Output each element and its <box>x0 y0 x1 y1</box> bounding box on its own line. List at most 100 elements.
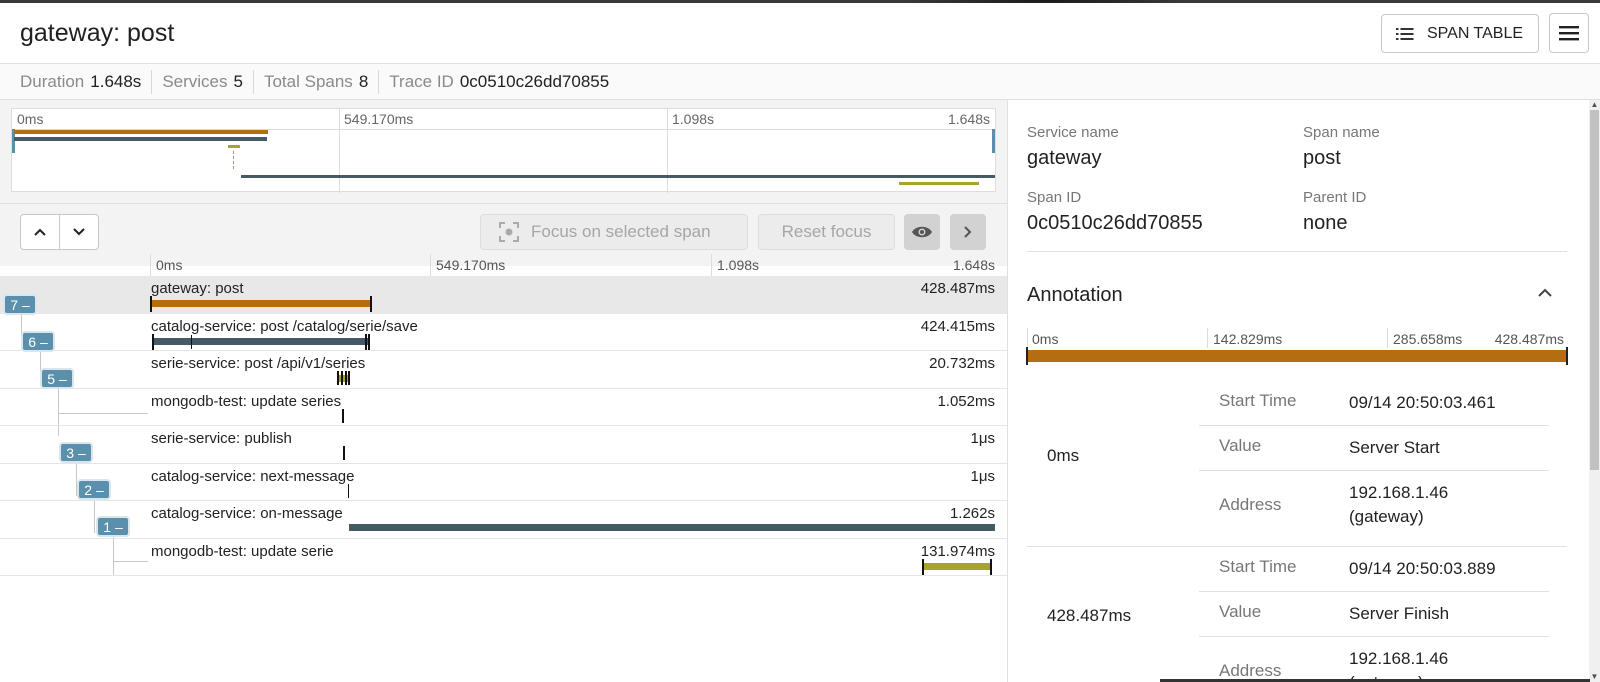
detail-scrollbar[interactable]: ▲ ▼ <box>1589 100 1600 682</box>
hamburger-icon <box>1559 26 1579 41</box>
field-label: Span ID <box>1027 189 1082 206</box>
axis-tick: 285.658ms <box>1393 331 1463 347</box>
service-name-field: Service name gateway <box>1027 124 1119 170</box>
axis-tick: 0ms <box>1032 331 1059 347</box>
span-row[interactable]: mongodb-test: update series 1.052ms <box>0 389 1007 426</box>
span-row[interactable]: catalog-service: next-message 1μs <box>0 464 1007 501</box>
span-duration: 428.487ms <box>920 280 995 297</box>
event-key: Value <box>1219 436 1262 455</box>
collapse-badge[interactable]: 2 – <box>77 479 111 500</box>
event-row: Value Server Finish <box>1199 592 1549 637</box>
span-row[interactable]: serie-service: post /api/v1/series 20.73… <box>0 351 1007 389</box>
address-line: 192.168.1.46 <box>1349 483 1449 502</box>
span-bar <box>151 300 371 307</box>
collapse-badge[interactable]: 6 – <box>21 331 55 352</box>
collapse-badge[interactable]: 7 – <box>3 294 37 315</box>
span-row[interactable]: gateway: post 428.487ms <box>0 276 1007 314</box>
scroll-up-arrow-icon[interactable]: ▲ <box>1590 101 1599 109</box>
span-cap <box>150 296 152 312</box>
stat-label: Total Spans <box>263 71 353 91</box>
axis-tick: 142.829ms <box>1213 331 1283 347</box>
list-icon <box>1396 27 1414 40</box>
timeline-axis: 0ms 549.170ms 1.098s 1.648s <box>0 254 1007 276</box>
scrollbar-thumb[interactable] <box>1590 110 1599 470</box>
focus-selected-span-button[interactable]: Focus on selected span <box>480 214 748 250</box>
span-table-button[interactable]: SPAN TABLE <box>1381 14 1539 53</box>
span-name: serie-service: publish <box>151 430 292 447</box>
minimap-gridline <box>339 109 340 193</box>
minimap-right-handle[interactable] <box>992 129 995 153</box>
stat-trace-id: Trace ID 0c0510c26dd70855 <box>389 70 619 94</box>
field-value: post <box>1303 147 1341 169</box>
page-title: gateway: post <box>20 19 175 47</box>
scroll-down-arrow-icon[interactable]: ▼ <box>1590 673 1599 681</box>
minimap[interactable]: 0ms 549.170ms 1.098s 1.648s <box>0 100 1007 204</box>
span-row[interactable]: serie-service: publish 1μs <box>0 426 1007 464</box>
event-key: Address <box>1219 661 1282 680</box>
field-value: gateway <box>1027 147 1102 169</box>
minimap-span-bar <box>228 145 240 148</box>
span-duration: 1μs <box>970 467 996 485</box>
axis-tick: 428.487ms <box>1494 331 1564 347</box>
minimap-span-bar <box>899 182 979 185</box>
event-row: Start Time 09/14 20:50:03.461 <box>1199 381 1549 426</box>
minimap-span-bar <box>233 151 234 169</box>
annotation-title: Annotation <box>1027 284 1123 306</box>
minimap-tick: 1.098s <box>672 111 715 127</box>
minimap-tick: 0ms <box>17 111 44 127</box>
event-value: Server Finish <box>1349 604 1450 623</box>
axis-gridline <box>1027 328 1028 348</box>
eye-icon <box>912 226 932 238</box>
axis-gridline <box>430 254 431 276</box>
span-name: catalog-service: post /catalog/serie/sav… <box>151 317 418 335</box>
event-time: 428.487ms <box>1047 606 1132 625</box>
annotation-cap <box>1026 347 1028 365</box>
axis-gridline <box>711 254 712 276</box>
address-line: (gateway) <box>1349 507 1424 526</box>
event-row: Start Time 09/14 20:50:03.889 <box>1199 547 1549 592</box>
annotation-collapse-button[interactable] <box>1537 286 1553 304</box>
span-row[interactable]: catalog-service: post /catalog/serie/sav… <box>0 314 1007 351</box>
axis-gridline <box>150 254 151 276</box>
event-key: Start Time <box>1219 391 1297 410</box>
span-bar <box>153 337 369 345</box>
stat-services: Services 5 <box>162 69 254 94</box>
field-label: Service name <box>1027 124 1119 141</box>
span-detail-panel: Service name gateway Span name post Span… <box>1007 100 1600 682</box>
span-duration: 424.415ms <box>920 317 995 335</box>
open-detail-button[interactable] <box>950 214 986 250</box>
span-name-field: Span name post <box>1303 124 1380 170</box>
minimap-canvas[interactable]: 0ms 549.170ms 1.098s 1.648s <box>11 108 996 193</box>
span-bar <box>923 562 991 570</box>
collapse-badge[interactable]: 3 – <box>59 442 93 463</box>
span-name: gateway: post <box>151 280 244 297</box>
menu-button[interactable] <box>1549 13 1589 53</box>
event-value: 09/14 20:50:03.889 <box>1349 559 1496 578</box>
span-annotation-tick <box>348 483 349 498</box>
event-table: Start Time 09/14 20:50:03.889 Value Serv… <box>1199 547 1549 682</box>
stat-label: Trace ID <box>389 71 454 91</box>
span-row[interactable]: mongodb-test: update serie 131.974ms <box>0 539 1007 576</box>
minimap-tick: 549.170ms <box>344 111 414 127</box>
parent-id-field: Parent ID none <box>1303 189 1366 235</box>
chevron-right-icon <box>964 226 972 238</box>
event-key: Start Time <box>1219 557 1297 576</box>
axis-tick: 1.648s <box>952 257 995 273</box>
field-label: Parent ID <box>1303 189 1367 206</box>
minimap-gridline <box>667 109 668 193</box>
span-row[interactable]: catalog-service: on-message 1.262s <box>0 501 1007 539</box>
collapse-badge[interactable]: 5 – <box>40 368 74 389</box>
span-duration: 1.262s <box>949 505 995 522</box>
trace-header: gateway: post SPAN TABLE <box>0 3 1600 64</box>
collapse-badge[interactable]: 1 – <box>96 516 130 537</box>
address-line: 192.168.1.46 <box>1349 649 1449 668</box>
previous-span-button[interactable] <box>21 215 60 249</box>
divider <box>1027 251 1567 252</box>
toggle-visibility-button[interactable] <box>904 214 940 250</box>
next-span-button[interactable] <box>60 215 99 249</box>
event-key: Address <box>1219 495 1282 514</box>
reset-focus-button[interactable]: Reset focus <box>758 214 895 250</box>
span-duration: 20.732ms <box>929 355 995 372</box>
event-value: 09/14 20:50:03.461 <box>1349 393 1496 412</box>
minimap-span-bar <box>241 175 995 178</box>
